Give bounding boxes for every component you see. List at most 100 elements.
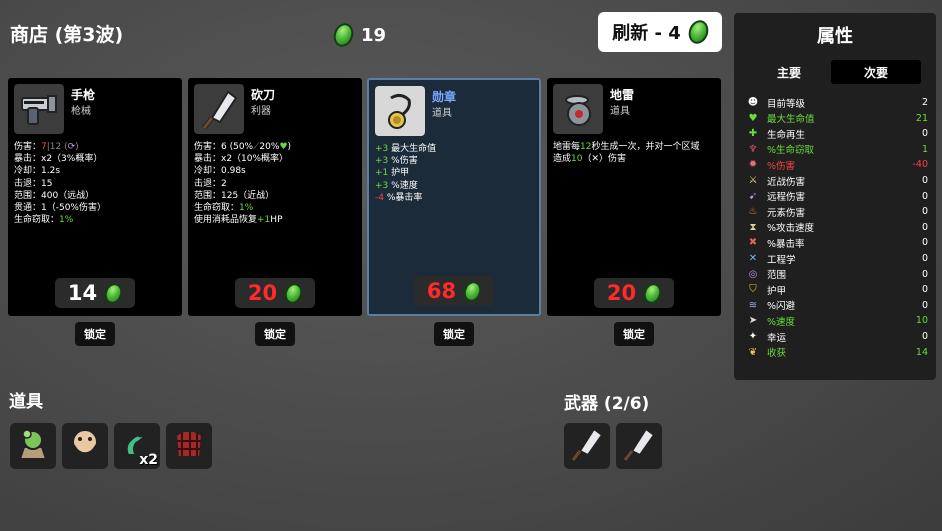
stat-line: 造成10（✕）伤害 — [553, 153, 717, 165]
lifesteal-icon: ♆ — [748, 143, 758, 155]
card-stats: +3 最大生命值 +3 %伤害 +1 护甲 +3 %速度 -4 %暴击率 — [375, 143, 535, 204]
owned-item-bearded-face[interactable] — [62, 423, 108, 469]
stat-label: 工程学 — [767, 254, 796, 266]
stat-label: %生命窃取 — [767, 145, 815, 157]
card-name: 勋章 — [432, 90, 457, 104]
owned-item-plaid-shirt[interactable] — [166, 423, 212, 469]
reroll-button[interactable]: 刷新 - 4 — [598, 12, 722, 52]
card-stats: 伤害：6 (50%⟋20%♥) 暴击：x2（10%概率） 冷却：0.98s 击退：2 范… — [194, 141, 358, 226]
stat-text: 20% — [259, 142, 280, 152]
card-type: 道具 — [432, 108, 452, 119]
stat-row[interactable]: ⧗ %攻击速度 0 — [746, 220, 928, 235]
stat-text: +3 — [375, 180, 389, 191]
tab-primary-stats[interactable]: 主要 — [744, 60, 834, 84]
stat-value: 0 — [921, 268, 928, 280]
stat-value: 0 — [921, 190, 928, 202]
card-name: 手枪 — [71, 88, 96, 102]
stat-row[interactable]: ☻ 目前等级 2 — [746, 95, 928, 110]
stat-text: %速度 — [388, 180, 418, 191]
stat-label: %伤害 — [767, 160, 796, 172]
stat-text: ) — [75, 142, 79, 152]
material-coin-icon — [282, 280, 306, 306]
stat-text: 使用消耗品恢复 — [194, 215, 258, 226]
price-tag: 20 — [594, 278, 674, 308]
card-stats: 地雷每12秒生成一次，并对一个区域 造成10（✕）伤害 — [553, 141, 717, 165]
stat-row[interactable]: ⚔ 近战伤害 0 — [746, 173, 928, 188]
stat-row[interactable]: ✹ %伤害 -40 — [746, 157, 928, 172]
stat-row[interactable]: ♆ %生命窃取 1 — [746, 142, 928, 157]
bearded-face-icon — [66, 425, 104, 467]
stat-text: +3 — [375, 156, 389, 167]
lock-button-landmine[interactable]: 锁定 — [614, 322, 654, 346]
stats-panel: 属性 主要 次要 ☻ 目前等级 2 ♥ 最大生命值 21 ✚ 生命再生 0 ♆ %生命窃取 1 ✹ %伤害… — [734, 13, 936, 380]
lock-button-pistol[interactable]: 锁定 — [75, 322, 115, 346]
stat-text: 伤害：6 (50% — [194, 142, 254, 152]
stat-line: 生命窃取：1% — [14, 214, 178, 226]
lock-button-cleaver[interactable]: 锁定 — [255, 322, 295, 346]
stat-text: HP — [270, 215, 283, 226]
stat-text: ♥ — [279, 142, 288, 152]
card-type: 道具 — [610, 106, 630, 117]
regen-icon: ✚ — [748, 128, 758, 140]
material-coin-icon — [461, 278, 485, 304]
stat-line: 范围：125（近战） — [194, 190, 358, 202]
stat-row[interactable]: ◎ 范围 0 — [746, 267, 928, 282]
tab-secondary-stats[interactable]: 次要 — [831, 60, 921, 84]
card-type: 利器 — [251, 106, 271, 117]
stat-row[interactable]: ♨ 元素伤害 0 — [746, 204, 928, 219]
stat-row[interactable]: ➤ %速度 10 — [746, 313, 928, 328]
stat-value: -40 — [912, 159, 928, 171]
stat-text: 贯通：1（-50%伤害） — [14, 203, 106, 214]
stat-label: 范围 — [767, 270, 787, 282]
level-icon: ☻ — [747, 97, 759, 108]
owned-item-cactus[interactable] — [10, 423, 56, 469]
stat-line: 冷却：0.98s — [194, 165, 358, 177]
shop-card-pistol[interactable]: 手枪 枪械 伤害：7|12 (⟳) 暴击：x2（3%概率） 冷却：1.2s 击退：15… — [8, 78, 182, 316]
material-count: 19 — [361, 24, 387, 46]
cleaver-icon — [194, 84, 244, 134]
stat-row[interactable]: ❦ 收获 14 — [746, 345, 928, 360]
item-count-badge: x2 — [139, 452, 158, 468]
stat-line: 贯通：1（-50%伤害） — [14, 202, 178, 214]
stat-value: 0 — [921, 175, 928, 186]
stat-text: %伤害 — [388, 156, 418, 167]
stat-text: ) — [287, 142, 292, 152]
stat-label: %闪避 — [767, 301, 796, 313]
stat-row[interactable]: ♥ 最大生命值 21 — [746, 111, 928, 126]
shop-card-medal[interactable]: 勋章 道具 +3 最大生命值 +3 %伤害 +1 护甲 +3 %速度 -4 %暴击率 6… — [367, 78, 541, 316]
stat-label: 幸运 — [767, 332, 787, 344]
speed-icon: ➤ — [748, 315, 758, 327]
stat-row[interactable]: ✖ %暴击率 0 — [746, 235, 928, 250]
stat-row[interactable]: ✚ 生命再生 0 — [746, 126, 928, 141]
stat-row[interactable]: ⛉ 护甲 0 — [746, 282, 928, 297]
stats-panel-title: 属性 — [817, 26, 853, 47]
shop-card-cleaver[interactable]: 砍刀 利器 伤害：6 (50%⟋20%♥) 暴击：x2（10%概率） 冷却：0.98… — [188, 78, 362, 316]
stat-line: 范围：400（远战） — [14, 190, 178, 202]
owned-item-lizard[interactable]: x2 — [114, 423, 160, 469]
stat-line: +3 %速度 — [375, 180, 535, 192]
stat-row[interactable]: ≋ %闪避 0 — [746, 298, 928, 313]
stat-label: 最大生命值 — [767, 114, 815, 126]
price-value: 20 — [247, 281, 278, 305]
items-section-title: 道具 — [9, 392, 43, 412]
cleaver-icon — [620, 425, 658, 467]
stat-text: 击退：2 — [194, 178, 227, 189]
lock-button-medal[interactable]: 锁定 — [434, 322, 474, 346]
stat-value: 2 — [921, 97, 928, 108]
stat-line: +3 最大生命值 — [375, 143, 535, 155]
stat-label: 目前等级 — [767, 98, 806, 110]
elemental-icon: ♨ — [748, 206, 758, 218]
shop-card-landmine[interactable]: 地雷 道具 地雷每12秒生成一次，并对一个区域 造成10（✕）伤害 20 — [547, 78, 721, 316]
luck-icon: ✦ — [748, 331, 758, 342]
stat-row[interactable]: ➹ 远程伤害 0 — [746, 189, 928, 204]
stat-text: 1% — [59, 215, 74, 226]
stat-label: %速度 — [767, 316, 796, 328]
stat-text: 范围：400（远战） — [14, 190, 95, 201]
stat-text: 暴击：x2（3%概率） — [14, 154, 103, 165]
stat-row[interactable]: ✕ 工程学 0 — [746, 251, 928, 266]
owned-weapon-cleaver-2[interactable] — [616, 423, 662, 469]
stat-value: 0 — [921, 253, 928, 264]
owned-weapon-cleaver-1[interactable] — [564, 423, 610, 469]
stat-row[interactable]: ✦ 幸运 0 — [746, 329, 928, 344]
price-value: 68 — [426, 279, 457, 303]
